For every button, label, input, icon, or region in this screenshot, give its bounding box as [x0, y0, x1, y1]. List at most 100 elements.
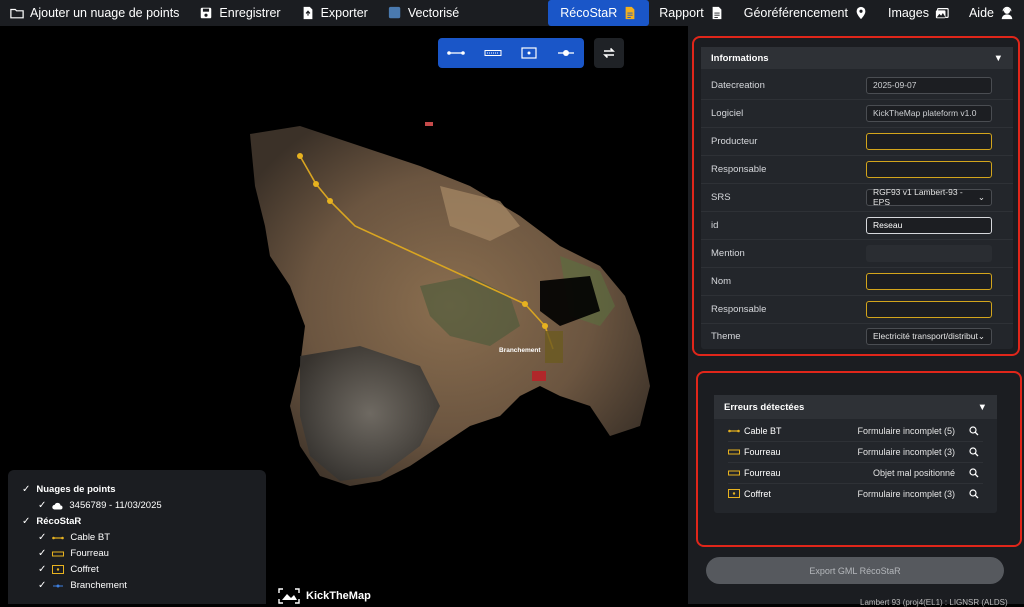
export-button[interactable]: Exporter [291, 0, 378, 26]
document-icon [712, 6, 722, 20]
field-row-responsable: Responsable [701, 155, 1013, 184]
layer-group-clouds-label: Nuages de points [36, 484, 116, 495]
field-row-id: id [701, 211, 1013, 240]
field-label: Mention [711, 247, 745, 259]
cable-icon [728, 429, 740, 432]
point-tool-icon [557, 50, 574, 56]
error-object-label: Cable BT [744, 425, 782, 436]
error-object: Fourreau [728, 447, 781, 457]
save-button[interactable]: Enregistrer [189, 0, 290, 26]
save-label: Enregistrer [219, 6, 281, 20]
add-point-cloud-button[interactable]: Ajouter un nuage de points [0, 0, 189, 26]
field-row-datecreation: Datecreation [701, 71, 1013, 100]
error-object: Fourreau [728, 468, 781, 478]
point-cloud-viewer[interactable]: Branchement ✓ Nuages de points ✓ 3456789… [0, 26, 688, 604]
layer-item-cable-bt[interactable]: ✓ Cable BT [38, 532, 110, 543]
error-object: Cable BT [728, 426, 782, 436]
error-message: Objet mal positionné [872, 467, 955, 478]
sync-button[interactable] [594, 38, 624, 68]
errors-title: Erreurs détectées [724, 401, 805, 413]
layer-group-recostar[interactable]: ✓ RécoStaR [22, 516, 81, 527]
field-label: Theme [711, 330, 741, 342]
box-icon [728, 489, 740, 498]
folder-icon [10, 8, 24, 19]
export-gml-button[interactable]: Export GML RécoStaR [706, 557, 1004, 584]
field-label: Nom [711, 275, 732, 287]
search-icon[interactable] [969, 425, 979, 436]
tab-report-label: Rapport [659, 6, 704, 20]
line-tool-icon [447, 51, 466, 55]
layer-item-label: Cable BT [70, 532, 110, 543]
checkmark-icon: ✓ [22, 484, 31, 495]
collapse-triangle-icon[interactable]: ▼ [978, 402, 987, 413]
datecreation-input[interactable] [866, 76, 992, 94]
field-label: SRS [711, 191, 731, 203]
responsable-input[interactable] [866, 160, 992, 178]
kickthemap-logo-icon [278, 588, 300, 604]
error-row: Cable BT Formulaire incomplet (5) [728, 420, 983, 442]
tab-help[interactable]: Aide [959, 0, 1024, 26]
vectorized-toggle[interactable]: Vectorisé [378, 0, 469, 26]
srs-select[interactable]: RGF93 v1 Lambert-93 - EPS ⌄ [866, 187, 992, 207]
layer-item-branchement[interactable]: ✓ Branchement [38, 580, 127, 591]
checkmark-icon: ✓ [38, 580, 47, 591]
file-export-icon [303, 6, 312, 20]
box-tool-button[interactable] [514, 41, 544, 65]
line-tool-button[interactable] [441, 41, 471, 65]
draw-tool-strip [438, 38, 584, 68]
error-row: Fourreau Objet mal positionné [728, 462, 983, 484]
layer-group-clouds[interactable]: ✓ Nuages de points [22, 484, 116, 495]
cable-icon [52, 536, 65, 539]
layer-item-label: Coffret [70, 564, 99, 575]
layer-item-cloud-label: 3456789 - 11/03/2025 [69, 500, 162, 511]
checkmark-icon: ✓ [38, 532, 47, 543]
tab-georeferencing-label: Géoréférencement [743, 6, 848, 20]
error-message: Formulaire incomplet (3) [857, 446, 955, 457]
layer-item-cloud[interactable]: ✓ 3456789 - 11/03/2025 [38, 500, 162, 511]
tab-help-label: Aide [968, 6, 994, 20]
projection-readout: Lambert 93 (proj4(EL1) : LIGNSR (ALDS) [860, 598, 1008, 607]
branchement-3d-label: Branchement [499, 347, 541, 354]
checkmark-icon: ✓ [38, 548, 47, 559]
error-object: Coffret [728, 489, 771, 499]
point-tool-button[interactable] [551, 41, 581, 65]
search-icon[interactable] [969, 488, 979, 499]
theme-value: Electricité transport/distributio [873, 331, 978, 341]
chevron-down-icon: ⌄ [977, 191, 985, 202]
theme-select[interactable]: Electricité transport/distributio ⌄ [866, 327, 992, 345]
layer-item-coffret[interactable]: ✓ Coffret [38, 564, 99, 575]
search-icon[interactable] [969, 467, 979, 478]
informations-header[interactable]: Informations ▼ [701, 47, 1013, 69]
top-toolbar: Ajouter un nuage de points Enregistrer E… [0, 0, 1024, 26]
checkmark-icon: ✓ [38, 564, 47, 575]
producteur-input[interactable] [866, 132, 992, 150]
logiciel-input[interactable] [866, 104, 992, 122]
field-row-producteur: Producteur [701, 127, 1013, 156]
field-row-nom: Nom [701, 267, 1013, 296]
responsable-2-input[interactable] [866, 300, 992, 318]
conduit-icon [728, 449, 740, 454]
checkmark-icon: ✓ [22, 516, 31, 527]
id-input[interactable] [866, 216, 992, 234]
mention-input[interactable] [866, 244, 992, 262]
connection-icon [53, 584, 64, 587]
vectorized-label: Vectorisé [407, 6, 460, 20]
tab-images-label: Images [887, 6, 929, 20]
tab-recostar[interactable]: RécoStaR [548, 0, 650, 26]
layer-group-recostar-label: RécoStaR [36, 516, 82, 527]
tab-georeferencing[interactable]: Géoréférencement [734, 0, 878, 26]
search-icon[interactable] [969, 446, 979, 457]
layer-item-label: Fourreau [70, 548, 109, 559]
field-label: Producteur [711, 135, 758, 147]
tab-images[interactable]: Images [878, 0, 959, 26]
errors-header[interactable]: Erreurs détectées ▼ [714, 395, 997, 419]
error-row: Coffret Formulaire incomplet (3) [728, 483, 983, 504]
tab-report[interactable]: Rapport [649, 0, 733, 26]
layer-item-fourreau[interactable]: ✓ Fourreau [38, 548, 109, 559]
conduit-tool-button[interactable] [478, 41, 508, 65]
error-object-label: Coffret [744, 488, 771, 499]
kickthemap-logo: KickTheMap [278, 588, 371, 604]
nom-input[interactable] [866, 272, 992, 290]
collapse-triangle-icon[interactable]: ▼ [994, 53, 1003, 64]
layer-item-label: Branchement [70, 580, 127, 591]
